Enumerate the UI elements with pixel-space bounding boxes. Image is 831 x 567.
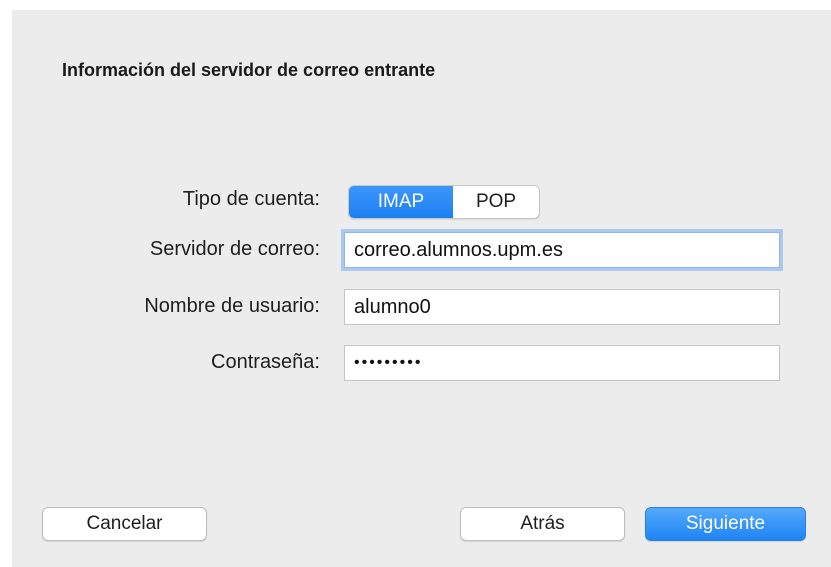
next-button[interactable]: Siguiente <box>645 507 806 541</box>
pop-segment[interactable]: POP <box>453 186 539 218</box>
account-type-label: Tipo de cuenta: <box>182 188 320 210</box>
dialog-title: Información del servidor de correo entra… <box>62 60 436 80</box>
username-input[interactable] <box>344 289 780 325</box>
dialog-panel: Información del servidor de correo entra… <box>12 10 831 567</box>
account-type-segmented-control: IMAP POP <box>348 185 540 219</box>
imap-segment[interactable]: IMAP <box>349 186 453 218</box>
username-label: Nombre de usuario: <box>144 295 320 317</box>
password-label: Contraseña: <box>211 351 320 373</box>
password-input[interactable] <box>344 345 780 381</box>
back-button[interactable]: Atrás <box>460 507 625 541</box>
mail-server-label: Servidor de correo: <box>149 238 320 260</box>
cancel-button[interactable]: Cancelar <box>42 507 207 541</box>
mail-server-input[interactable] <box>344 232 780 268</box>
